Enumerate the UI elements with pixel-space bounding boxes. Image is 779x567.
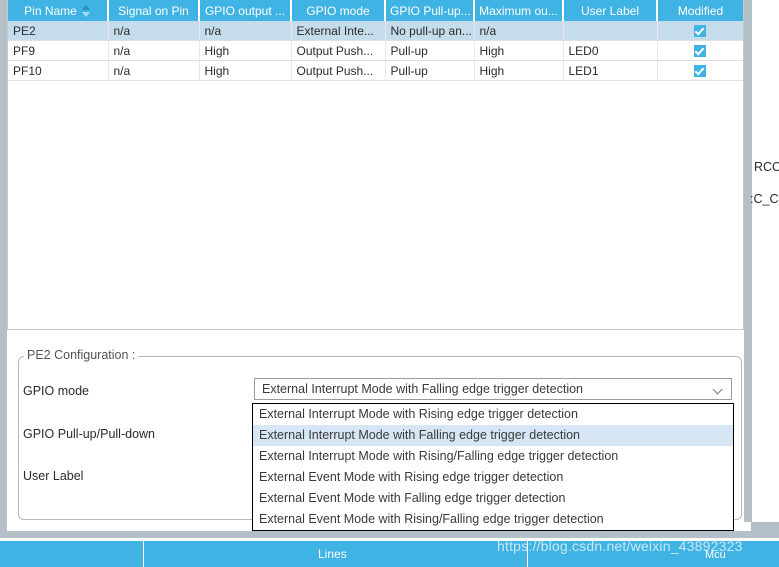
right-panel-text-rcc: RCC — [754, 160, 779, 174]
panel-vertical-divider[interactable] — [744, 0, 752, 537]
dropdown-option[interactable]: External Event Mode with Rising edge tri… — [253, 467, 733, 488]
cell-gpio-mode[interactable]: Output Push... — [291, 60, 386, 81]
status-bar-separator-2 — [527, 541, 528, 567]
status-bar: Lines Mcu — [0, 538, 779, 567]
checkbox-checked-icon[interactable] — [694, 45, 707, 58]
column-header-label: Signal on Pin — [118, 3, 189, 18]
cell-gpio-output[interactable]: n/a — [199, 21, 292, 41]
pin-table-body: PE2 n/a n/a External Inte... No pull-up an..… — [8, 21, 743, 81]
right-panel-text-rcc-clock: :C_C — [750, 192, 779, 206]
label-gpio-mode: GPIO mode — [23, 384, 89, 398]
pin-table-header-row: Pin Name Signal on Pin GPIO output ... G… — [8, 0, 743, 21]
cell-gpio-pullup[interactable]: No pull-up an... — [385, 21, 475, 41]
cell-pin-name[interactable]: PF10 — [8, 60, 109, 81]
cell-signal-on-pin[interactable]: n/a — [108, 40, 200, 61]
group-legend: PE2 Configuration : — [24, 348, 139, 362]
column-header-gpio-output[interactable]: GPIO output ... — [199, 0, 292, 21]
column-header-label: User Label — [580, 3, 640, 18]
column-header-label: GPIO mode — [306, 3, 370, 18]
column-header-signal-on-pin[interactable]: Signal on Pin — [108, 0, 200, 21]
dropdown-option[interactable]: External Event Mode with Rising/Falling … — [253, 509, 733, 530]
cell-maximum-output[interactable]: High — [474, 60, 564, 81]
cell-modified[interactable] — [657, 21, 743, 41]
column-header-maximum-output[interactable]: Maximum ou... — [474, 0, 564, 21]
status-bar-separator-1 — [143, 541, 144, 567]
column-header-label: GPIO output ... — [204, 3, 286, 18]
cell-modified[interactable] — [657, 60, 743, 81]
cell-gpio-pullup[interactable]: Pull-up — [385, 60, 475, 81]
cell-pin-name[interactable]: PE2 — [8, 21, 109, 41]
table-row[interactable]: PE2 n/a n/a External Inte... No pull-up an..… — [8, 21, 743, 41]
gpio-configuration-window: Pin Name Signal on Pin GPIO output ... G… — [0, 0, 779, 567]
dropdown-option[interactable]: External Interrupt Mode with Rising edge… — [253, 404, 733, 425]
table-row[interactable]: PF9 n/a High Output Push... Pull-up High LED0 — [8, 40, 743, 61]
pin-table-header: Pin Name Signal on Pin GPIO output ... G… — [8, 0, 743, 21]
cell-signal-on-pin[interactable]: n/a — [108, 21, 200, 41]
column-header-label: Pin Name — [24, 3, 77, 18]
cell-user-label[interactable]: LED1 — [563, 60, 658, 81]
label-gpio-pullup-pulldown: GPIO Pull-up/Pull-down — [23, 427, 156, 441]
cell-gpio-output[interactable]: High — [199, 60, 292, 81]
column-header-modified[interactable]: Modified — [657, 0, 743, 21]
table-row[interactable]: PF10 n/a High Output Push... Pull-up High LED1 — [8, 60, 743, 81]
dropdown-option[interactable]: External Interrupt Mode with Falling edg… — [253, 425, 733, 446]
cell-maximum-output[interactable]: High — [474, 40, 564, 61]
column-header-pin-name[interactable]: Pin Name — [8, 0, 109, 21]
column-header-gpio-pullup[interactable]: GPIO Pull-up... — [385, 0, 475, 21]
cell-gpio-mode[interactable]: Output Push... — [291, 40, 386, 61]
gpio-mode-dropdown-list[interactable]: External Interrupt Mode with Rising edge… — [252, 403, 734, 531]
sort-ascending-icon — [81, 5, 91, 18]
gpio-mode-selected-value: External Interrupt Mode with Falling edg… — [262, 382, 584, 396]
checkbox-checked-icon[interactable] — [694, 65, 707, 78]
dropdown-option[interactable]: External Interrupt Mode with Rising/Fall… — [253, 446, 733, 467]
column-header-user-label[interactable]: User Label — [563, 0, 658, 21]
cell-user-label[interactable]: LED0 — [563, 40, 658, 61]
cell-signal-on-pin[interactable]: n/a — [108, 60, 200, 81]
cell-maximum-output[interactable]: n/a — [474, 21, 564, 41]
cell-modified[interactable] — [657, 40, 743, 61]
checkbox-checked-icon[interactable] — [694, 25, 707, 38]
window-left-edge — [0, 0, 7, 567]
column-header-label: GPIO Pull-up... — [390, 3, 471, 18]
pin-table: Pin Name Signal on Pin GPIO output ... G… — [8, 0, 743, 81]
cell-gpio-pullup[interactable]: Pull-up — [385, 40, 475, 61]
chevron-down-icon[interactable] — [714, 386, 723, 392]
cell-user-label[interactable] — [563, 21, 658, 41]
dropdown-option[interactable]: External Event Mode with Falling edge tr… — [253, 488, 733, 509]
column-header-gpio-mode[interactable]: GPIO mode — [291, 0, 386, 21]
gpio-mode-combobox[interactable]: External Interrupt Mode with Falling edg… — [254, 378, 732, 400]
column-header-label: Modified — [677, 3, 724, 18]
cell-gpio-mode[interactable]: External Inte... — [291, 21, 386, 41]
status-bar-mcu-label[interactable]: Mcu — [705, 549, 726, 561]
status-bar-top-rule — [0, 538, 779, 541]
column-header-label: Maximum ou... — [479, 3, 558, 18]
cell-gpio-output[interactable]: High — [199, 40, 292, 61]
cell-pin-name[interactable]: PF9 — [8, 40, 109, 61]
pin-table-container: Pin Name Signal on Pin GPIO output ... G… — [7, 0, 744, 330]
status-bar-lines-label[interactable]: Lines — [318, 547, 347, 561]
label-user-label: User Label — [23, 469, 84, 483]
